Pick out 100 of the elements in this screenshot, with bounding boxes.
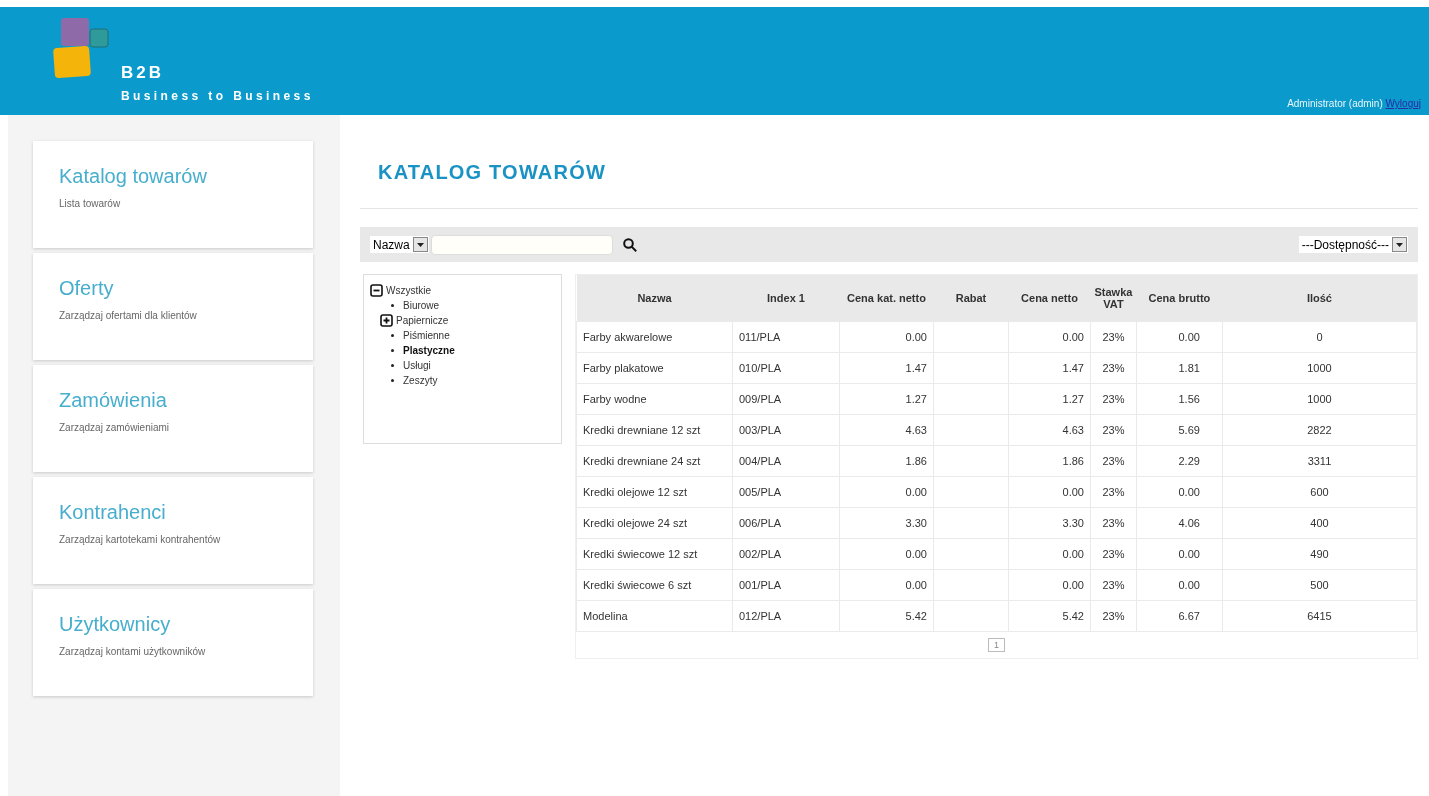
tree-item[interactable]: Piśmienne — [403, 330, 450, 341]
availability-select[interactable]: ---Dostępność--- — [1298, 236, 1408, 253]
logo-subtitle: Business to Business — [121, 89, 314, 103]
table-cell: 009/PLA — [732, 383, 840, 415]
menu-card-title: Oferty — [59, 277, 115, 300]
table-cell: 001/PLA — [732, 569, 840, 601]
menu-card[interactable]: Kontrahenci Zarządzaj kartotekami kontrahentów — [33, 477, 313, 584]
table-cell: 3.30 — [839, 507, 934, 539]
table-cell: 006/PLA — [732, 507, 840, 539]
table-cell: 1.81 — [1136, 352, 1223, 384]
table-cell: Farby plakatowe — [576, 352, 733, 384]
table-cell: 0.00 — [839, 538, 934, 570]
table-cell: 0.00 — [839, 476, 934, 508]
table-cell: 5.69 — [1136, 414, 1223, 446]
tree-item[interactable]: Zeszyty — [403, 375, 438, 386]
column-header[interactable]: Ilość — [1222, 275, 1417, 322]
tree-item[interactable]: Usługi — [403, 360, 431, 371]
table-cell: 1.27 — [1008, 383, 1091, 415]
menu-card[interactable]: Oferty Zarządzaj ofertami dla klientów — [33, 253, 313, 360]
table-cell: 1.47 — [1008, 352, 1091, 384]
menu-card-subtitle: Zarządzaj ofertami dla klientów — [59, 310, 198, 321]
menu-card[interactable]: Katalog towarów Lista towarów — [33, 141, 313, 248]
table-cell: 600 — [1222, 476, 1417, 508]
tree-item[interactable]: Papiernicze — [396, 315, 449, 326]
table-cell: Kredki drewniane 24 szt — [576, 445, 733, 477]
menu-card-subtitle: Lista towarów — [59, 198, 122, 209]
menu-card-title: Zamówienia — [59, 389, 168, 412]
column-header[interactable]: Index 1 — [732, 275, 840, 322]
table-cell: 0.00 — [1008, 321, 1091, 353]
table-cell: 6.67 — [1136, 600, 1223, 632]
tree-item[interactable]: Biurowe — [403, 300, 440, 311]
caret-icon — [1396, 242, 1403, 247]
column-header[interactable]: Cena netto — [1008, 275, 1091, 322]
column-header[interactable]: Nazwa — [576, 275, 733, 322]
table-cell: 0.00 — [1008, 476, 1091, 508]
tree-item[interactable]: Plastyczne — [403, 345, 455, 356]
table-cell: 0.00 — [1136, 569, 1223, 601]
table-cell: 23% — [1090, 600, 1137, 632]
table-cell: 23% — [1090, 414, 1137, 446]
page-button[interactable]: 1 — [988, 638, 1005, 652]
table-cell: 4.06 — [1136, 507, 1223, 539]
menu-card-subtitle: Zarządzaj kontami użytkowników — [59, 646, 207, 657]
tree-item[interactable]: Wszystkie — [386, 285, 431, 296]
table-cell: 5.42 — [839, 600, 934, 632]
table-cell: 4.63 — [1008, 414, 1091, 446]
table-cell: 23% — [1090, 538, 1137, 570]
table-cell: 5.42 — [1008, 600, 1091, 632]
column-header[interactable]: Stawka VAT — [1090, 275, 1137, 322]
table-cell: 4.63 — [839, 414, 934, 446]
table-cell: 1.56 — [1136, 383, 1223, 415]
table-cell: 23% — [1090, 352, 1137, 384]
table-cell: 012/PLA — [732, 600, 840, 632]
menu-card[interactable]: Użytkownicy Zarządzaj kontami użytkowników — [33, 589, 313, 696]
table-cell: 23% — [1090, 383, 1137, 415]
table-cell: 004/PLA — [732, 445, 840, 477]
table-cell: 003/PLA — [732, 414, 840, 446]
table-cell: Modelina — [576, 600, 733, 632]
table-cell: 0.00 — [1136, 538, 1223, 570]
bullet-icon — [391, 379, 394, 382]
table-cell: 0 — [1222, 321, 1417, 353]
user-name: Administrator (admin) — [1287, 98, 1383, 109]
table-cell: 490 — [1222, 538, 1417, 570]
table-cell: 1.27 — [839, 383, 934, 415]
bullet-icon — [391, 334, 394, 337]
menu-card[interactable]: Zamówienia Zarządzaj zamówieniami — [33, 365, 313, 472]
plus-box-icon[interactable] — [380, 314, 393, 327]
table-cell: 0.00 — [839, 569, 934, 601]
minus-box-icon[interactable] — [370, 284, 383, 297]
field-select[interactable]: Nazwa — [370, 236, 429, 253]
table-cell: 0.00 — [1008, 569, 1091, 601]
menu-card-subtitle: Zarządzaj zamówieniami — [59, 422, 171, 433]
search-icon[interactable] — [622, 237, 637, 252]
menu-card-subtitle: Zarządzaj kartotekami kontrahentów — [59, 534, 222, 545]
table-cell: 23% — [1090, 507, 1137, 539]
menu-card-title: Kontrahenci — [59, 501, 167, 524]
column-header[interactable]: Cena kat. netto — [839, 275, 934, 322]
search-field[interactable] — [430, 234, 613, 255]
column-header[interactable]: Rabat — [933, 275, 1009, 322]
table-cell: 0.00 — [1136, 476, 1223, 508]
table-cell: Farby akwarelowe — [576, 321, 733, 353]
table-cell: 1000 — [1222, 352, 1417, 384]
table-cell: 23% — [1090, 476, 1137, 508]
table-cell: 500 — [1222, 569, 1417, 601]
table-cell: 23% — [1090, 569, 1137, 601]
bullet-icon — [391, 304, 394, 307]
squares-logo-icon — [52, 17, 112, 79]
table-cell: 6415 — [1222, 600, 1417, 632]
table-cell: 0.00 — [1008, 538, 1091, 570]
page-title: KATALOG TOWARÓW — [378, 161, 607, 184]
table-cell: Kredki olejowe 12 szt — [576, 476, 733, 508]
table-cell: 1.86 — [1008, 445, 1091, 477]
table-cell: 1.86 — [839, 445, 934, 477]
table-cell: 2822 — [1222, 414, 1417, 446]
table-cell: 0.00 — [1136, 321, 1223, 353]
column-header[interactable]: Cena brutto — [1136, 275, 1223, 322]
menu-card-title: Katalog towarów — [59, 165, 208, 188]
table-cell: 23% — [1090, 321, 1137, 353]
table-cell: 1000 — [1222, 383, 1417, 415]
table-cell: 002/PLA — [732, 538, 840, 570]
table-cell: 0.00 — [839, 321, 934, 353]
